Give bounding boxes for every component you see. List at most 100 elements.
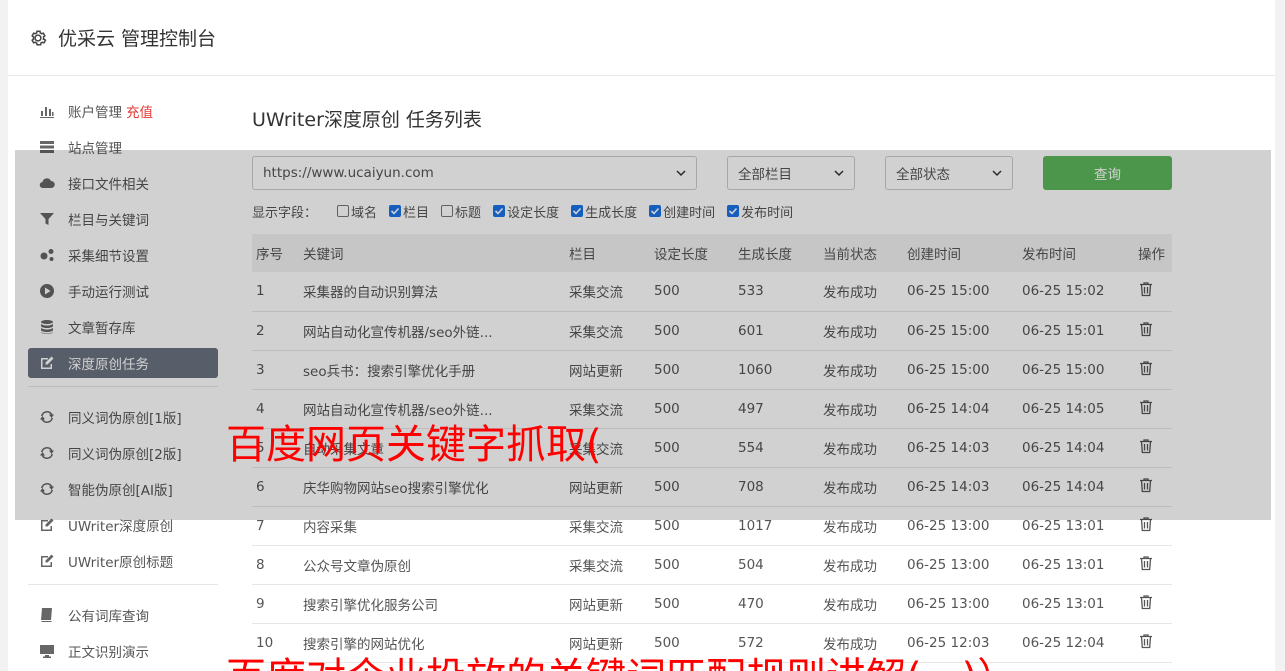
table-cell-actions: [1134, 428, 1172, 468]
checkbox-icon[interactable]: [571, 205, 584, 217]
column-header: 创建时间: [903, 234, 1018, 272]
column-header: 生成长度: [734, 234, 819, 272]
column-select[interactable]: 全部栏目: [727, 156, 855, 190]
table-row: 2 网站自动化宣传机器/seo外链... 采集交流 500 601 发布成功 06-25 1…: [252, 311, 1172, 351]
field-checkbox[interactable]: 栏目: [389, 202, 429, 221]
table-cell: 采集器的自动识别算法: [299, 272, 565, 312]
sidebar-item[interactable]: 公有词库查询: [28, 600, 218, 630]
cloud-upload-icon: [38, 175, 56, 191]
checkbox-icon[interactable]: [441, 205, 454, 217]
trash-icon[interactable]: [1138, 633, 1154, 649]
field-checkbox-label: 设定长度: [507, 205, 560, 221]
table-cell-actions: [1134, 272, 1172, 312]
trash-icon[interactable]: [1138, 516, 1154, 532]
table-cell: 06-25 14:03: [903, 428, 1018, 468]
sidebar-item[interactable]: UWriter原创标题: [28, 546, 218, 576]
sidebar-item-label: 同义词伪原创[2版]: [68, 447, 182, 463]
field-checkbox-label: 生成长度: [585, 205, 638, 221]
sidebar-item-label: 采集细节设置: [68, 249, 149, 265]
gears-icon: [38, 247, 56, 263]
trash-icon[interactable]: [1138, 438, 1154, 454]
table-cell: 500: [650, 428, 734, 468]
sidebar-item[interactable]: UWriter深度原创: [28, 510, 218, 540]
edit-icon: [38, 553, 56, 569]
trash-icon[interactable]: [1138, 360, 1154, 376]
sidebar: 账户管理 充值 站点管理 接口文件相关 栏目与关键词 采集细节设置 手动运行测试 文章暂存库深…: [28, 96, 218, 671]
page-title: 优采云 管理控制台: [58, 28, 217, 50]
checkbox-icon[interactable]: [727, 205, 740, 217]
refresh-icon: [38, 481, 56, 497]
sidebar-item[interactable]: 站点管理: [28, 132, 218, 162]
refresh-icon: [38, 409, 56, 425]
table-cell: 06-25 13:01: [1018, 506, 1134, 546]
table-cell-actions: [1134, 506, 1172, 546]
checkbox-icon[interactable]: [389, 205, 402, 217]
table-cell: 采集交流: [565, 506, 650, 546]
column-header: 操作: [1134, 234, 1172, 272]
checkbox-icon[interactable]: [337, 205, 350, 217]
sidebar-item[interactable]: 账户管理 充值: [28, 96, 218, 126]
table-row: 1 采集器的自动识别算法 采集交流 500 533 发布成功 06-25 15:00 06-2…: [252, 272, 1172, 312]
chevron-down-icon: [676, 170, 686, 177]
checkbox-icon[interactable]: [493, 205, 506, 217]
table-cell: 06-25 14:03: [903, 467, 1018, 507]
site-select[interactable]: https://www.ucaiyun.com: [252, 156, 697, 190]
field-checkbox[interactable]: 生成长度: [571, 202, 637, 221]
field-checkbox[interactable]: 域名: [337, 202, 377, 221]
trash-icon[interactable]: [1138, 477, 1154, 493]
table-cell: 1: [252, 272, 299, 312]
status-select-value: 全部状态: [896, 167, 950, 183]
sidebar-item[interactable]: 深度原创任务: [28, 348, 218, 378]
field-checkbox[interactable]: 标题: [441, 202, 481, 221]
table-row: 6 庆华购物网站seo搜索引擎优化 网站更新 500 708 发布成功 06-25 14:0…: [252, 467, 1172, 507]
column-header: 序号: [252, 234, 299, 272]
column-select-value: 全部栏目: [738, 167, 792, 183]
field-checkbox[interactable]: 设定长度: [493, 202, 559, 221]
table-cell: 1060: [734, 350, 819, 390]
sidebar-item[interactable]: 同义词伪原创[2版]: [28, 438, 218, 468]
trash-icon[interactable]: [1138, 594, 1154, 610]
main-title: UWriter深度原创 任务列表: [252, 109, 482, 131]
table-cell: 470: [734, 584, 819, 624]
table-cell: 06-25 13:01: [1018, 545, 1134, 585]
query-button[interactable]: 查询: [1043, 156, 1172, 190]
table-cell: 504: [734, 545, 819, 585]
table-cell: 06-25 15:01: [1018, 311, 1134, 351]
table-cell: 06-25 13:00: [903, 506, 1018, 546]
trash-icon[interactable]: [1138, 399, 1154, 415]
table-cell: 发布成功: [819, 311, 903, 351]
field-checkbox[interactable]: 发布时间: [727, 202, 793, 221]
field-checkbox[interactable]: 创建时间: [649, 202, 715, 221]
edit-icon: [38, 517, 56, 533]
sidebar-item[interactable]: 文章暂存库: [28, 312, 218, 342]
sidebar-item[interactable]: 智能伪原创[AI版]: [28, 474, 218, 504]
filter-bar: https://www.ucaiyun.com 全部栏目 全部状态 查询: [252, 156, 1172, 190]
sidebar-item[interactable]: 栏目与关键词: [28, 204, 218, 234]
trash-icon[interactable]: [1138, 555, 1154, 571]
table-cell: 发布成功: [819, 428, 903, 468]
sidebar-item[interactable]: 手动运行测试: [28, 276, 218, 306]
field-checkbox-label: 标题: [455, 205, 482, 221]
recharge-badge[interactable]: 充值: [126, 101, 153, 121]
trash-icon[interactable]: [1138, 321, 1154, 337]
table-cell-actions: [1134, 389, 1172, 429]
sidebar-item[interactable]: 同义词伪原创[1版]: [28, 402, 218, 432]
table-cell: 533: [734, 272, 819, 312]
table-cell-actions: [1134, 311, 1172, 351]
gear-icon: [31, 30, 47, 45]
status-select[interactable]: 全部状态: [885, 156, 1013, 190]
sidebar-item[interactable]: 采集细节设置: [28, 240, 218, 270]
trash-icon[interactable]: [1138, 281, 1154, 297]
sidebar-item-label: 账户管理: [68, 105, 122, 121]
main-content: UWriter深度原创 任务列表 https://www.ucaiyun.com…: [252, 100, 1172, 663]
table-cell: 06-25 13:00: [903, 584, 1018, 624]
table-cell: 搜索引擎优化服务公司: [299, 584, 565, 624]
sidebar-item[interactable]: 正文识别演示: [28, 636, 218, 666]
table-cell: 采集交流: [565, 311, 650, 351]
header: 优采云 管理控制台: [8, 0, 1275, 76]
checkbox-icon[interactable]: [649, 205, 662, 217]
sidebar-item[interactable]: 接口文件相关: [28, 168, 218, 198]
server-icon: [38, 139, 56, 155]
table-cell: 06-25 15:02: [1018, 272, 1134, 312]
table-cell: 发布成功: [819, 584, 903, 624]
